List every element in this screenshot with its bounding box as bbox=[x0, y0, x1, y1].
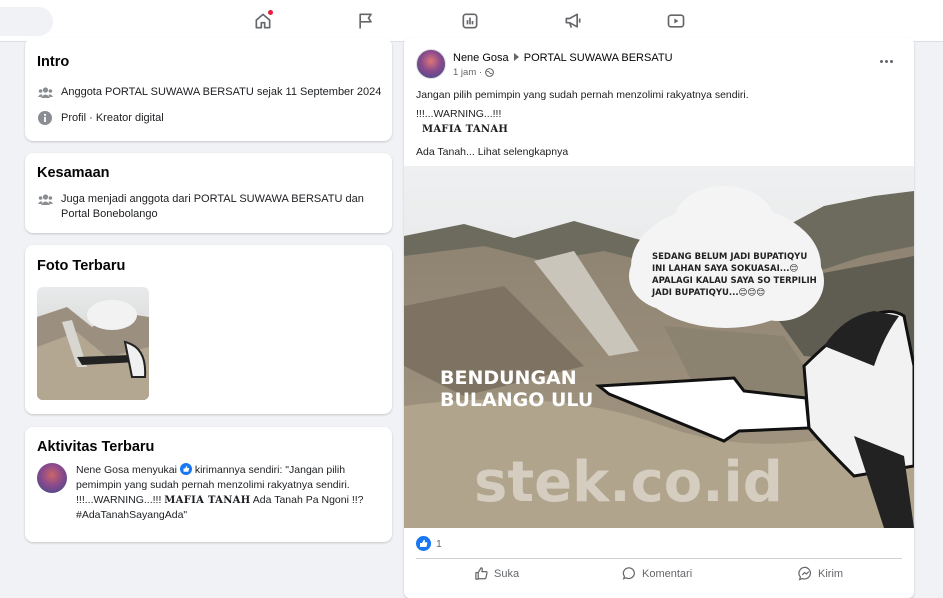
comment-button[interactable]: Komentari bbox=[622, 566, 692, 581]
post-meta: 1 jam · bbox=[453, 67, 494, 78]
flag-icon[interactable] bbox=[354, 9, 378, 33]
search-input[interactable] bbox=[0, 7, 53, 36]
activity-bold: MAFIA TANAH bbox=[164, 495, 251, 506]
bubble-line-4: JADI BUPATIQYU...😊😊😊 bbox=[651, 288, 765, 298]
activity-text: Nene Gosa menyukai kirimannya sendiri: "… bbox=[76, 463, 381, 523]
intro-profile-row: Profil · Kreator digital bbox=[37, 111, 164, 126]
reaction-count: 1 bbox=[436, 537, 442, 550]
activity-actor[interactable]: Nene Gosa bbox=[76, 464, 129, 476]
post-line-1: Jangan pilih pemimpin yang sudah pernah … bbox=[416, 89, 749, 101]
notification-dot bbox=[267, 9, 274, 16]
image-watermark: stek.co.id bbox=[474, 450, 783, 515]
post-image[interactable]: BENDUNGAN BULANGO ULU SEDANG BELUM JADI … bbox=[404, 166, 914, 528]
kesamaan-card: Kesamaan Juga menjadi anggota dari PORTA… bbox=[25, 153, 392, 233]
comment-label: Komentari bbox=[642, 567, 693, 580]
activity-verb: menyukai bbox=[132, 464, 177, 476]
like-icon bbox=[179, 463, 192, 475]
video-icon[interactable] bbox=[664, 9, 688, 33]
intro-member-row: Anggota PORTAL SUWAWA BERSATU sejak 11 S… bbox=[37, 85, 381, 100]
divider bbox=[416, 558, 902, 559]
bubble-line-1: SEDANG BELUM JADI BUPATIQYU bbox=[652, 252, 807, 262]
group-icon bbox=[37, 85, 53, 99]
info-icon bbox=[37, 111, 53, 125]
image-caption-line-2: BULANGO ULU bbox=[440, 389, 593, 411]
home-icon[interactable] bbox=[251, 9, 275, 33]
more-options-icon[interactable] bbox=[880, 60, 893, 63]
post-body: Jangan pilih pemimpin yang sudah pernah … bbox=[416, 88, 749, 159]
intro-card: Intro Anggota PORTAL SUWAWA BERSATU seja… bbox=[25, 38, 392, 141]
post-author-avatar[interactable] bbox=[416, 49, 446, 79]
send-label: Kirim bbox=[818, 567, 844, 580]
kesamaan-title: Kesamaan bbox=[37, 165, 110, 181]
like-label: Suka bbox=[494, 567, 520, 580]
bubble-line-3: APALAGI KALAU SAYA SO TERPILIH bbox=[652, 276, 817, 286]
post-line-2: !!!...WARNING...!!! bbox=[416, 108, 502, 120]
megaphone-icon[interactable] bbox=[561, 9, 585, 33]
post-time[interactable]: 1 jam · bbox=[453, 67, 482, 78]
send-button[interactable]: Kirim bbox=[798, 566, 843, 581]
intro-title: Intro bbox=[37, 54, 70, 70]
kesamaan-text: Juga menjadi anggota dari PORTAL SUWAWA … bbox=[61, 193, 364, 220]
avatar[interactable] bbox=[37, 463, 67, 493]
group-icon bbox=[37, 192, 53, 206]
intro-profile-text: Profil · Kreator digital bbox=[61, 112, 164, 124]
like-reaction-icon bbox=[416, 536, 431, 551]
image-caption-line-1: BENDUNGAN bbox=[440, 367, 577, 389]
post-card: Nene Gosa PORTAL SUWAWA BERSATU 1 jam · … bbox=[404, 38, 914, 598]
post-header: Nene Gosa PORTAL SUWAWA BERSATU bbox=[453, 52, 673, 64]
reaction-summary[interactable]: 1 bbox=[416, 536, 442, 551]
post-line-4[interactable]: Ada Tanah... Lihat selengkapnya bbox=[416, 145, 749, 159]
comment-icon bbox=[622, 567, 635, 580]
caret-right-icon bbox=[513, 53, 519, 61]
bubble-line-2: INI LAHAN SAYA SOKUASAI...😊 bbox=[652, 264, 798, 274]
like-button[interactable]: Suka bbox=[474, 566, 519, 581]
foto-terbaru-title: Foto Terbaru bbox=[37, 258, 126, 274]
post-line-3: MAFIA TANAH bbox=[422, 124, 509, 135]
recent-photo-thumbnail[interactable] bbox=[37, 287, 149, 400]
aktivitas-title: Aktivitas Terbaru bbox=[37, 439, 155, 455]
globe-icon bbox=[485, 68, 494, 77]
thumbs-up-icon bbox=[475, 567, 488, 580]
dashboard-icon[interactable] bbox=[458, 9, 482, 33]
foto-terbaru-card: Foto Terbaru bbox=[25, 245, 392, 414]
post-author-name[interactable]: Nene Gosa bbox=[453, 52, 509, 64]
kesamaan-row: Juga menjadi anggota dari PORTAL SUWAWA … bbox=[37, 192, 377, 222]
post-group-name[interactable]: PORTAL SUWAWA BERSATU bbox=[524, 52, 673, 64]
intro-member-text: Anggota PORTAL SUWAWA BERSATU sejak 11 S… bbox=[61, 86, 382, 98]
top-navigation-bar bbox=[0, 0, 943, 42]
aktivitas-terbaru-card: Aktivitas Terbaru Nene Gosa menyukai kir… bbox=[25, 427, 392, 542]
messenger-icon bbox=[798, 566, 812, 581]
